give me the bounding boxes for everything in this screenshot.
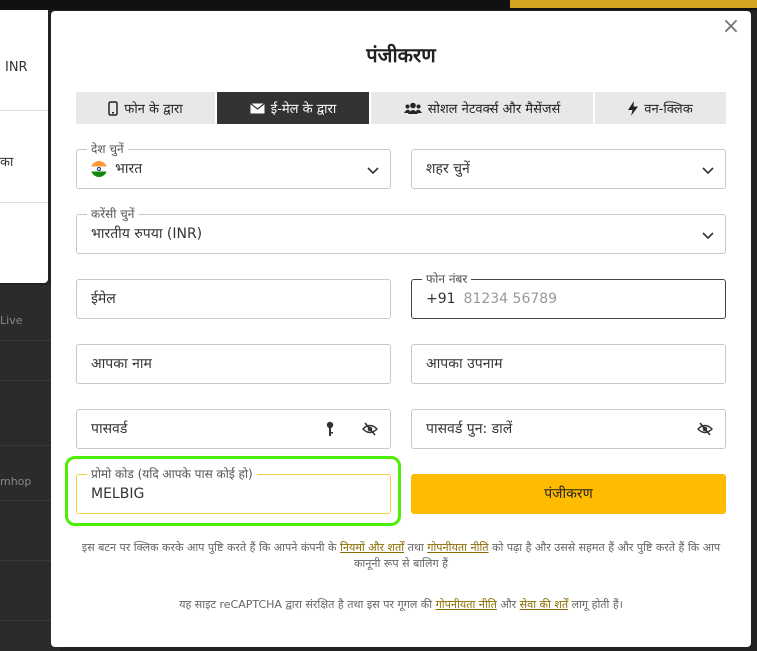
registration-tabs: फोन के द्वारा ई-मेल के द्वारा सोशल नेटवर… [76, 92, 726, 124]
modal-title: पंजीकरण [366, 43, 436, 67]
tab-social-networks[interactable]: सोशल नेटवर्क्स और मैसेंजर्स [371, 92, 595, 124]
country-select[interactable]: देश चुनें भारत [76, 142, 391, 189]
currency-select[interactable]: करेंसी चुनें भारतीय रुपया (INR) [76, 207, 726, 254]
tab-one-click[interactable]: वन-क्लिक [595, 92, 726, 124]
promo-value: MELBIG [91, 486, 145, 502]
background-divider [0, 110, 48, 111]
phone-input: +91 81234 56789 [426, 288, 557, 310]
phone-label: फोन नंबर [422, 272, 472, 286]
background-row-text: mhop [0, 475, 32, 488]
tab-label: फोन के द्वारा [124, 102, 183, 117]
registration-modal: × पंजीकरण फोन के द्वारा ई-मेल के द्वारा … [51, 11, 751, 647]
password-placeholder: पासवर्ड [91, 421, 128, 437]
first-name-placeholder: आपका नाम [91, 356, 152, 372]
tab-label: सोशल नेटवर्क्स और मैसेंजर्स [427, 102, 561, 117]
google-privacy-link[interactable]: गोपनीयता नीति [436, 598, 497, 611]
privacy-link[interactable]: गोपनीयता नीति [427, 541, 488, 554]
tab-label: वन-क्लिक [644, 102, 693, 117]
currency-value: भारतीय रुपया (INR) [91, 226, 203, 242]
last-name-placeholder: आपका उपनाम [426, 356, 503, 372]
first-name-field[interactable]: आपका नाम [76, 344, 391, 384]
users-icon [403, 102, 422, 114]
phone-placeholder: 81234 56789 [463, 291, 558, 307]
google-terms-link[interactable]: सेवा की शर्तें [520, 598, 568, 611]
password-field[interactable]: पासवर्ड [76, 409, 391, 449]
recaptcha-notice: यह साइट reCAPTCHA द्वारा संरक्षित है तथा… [179, 598, 623, 611]
lightning-icon [628, 100, 639, 116]
promo-label: प्रोमो कोड (यदि आपके पास कोई हो) [87, 467, 257, 481]
password-confirm-field[interactable]: पासवर्ड पुन: डालें [411, 409, 726, 449]
last-name-field[interactable]: आपका उपनाम [411, 344, 726, 384]
background-accent-strip [510, 0, 757, 8]
phone-icon [108, 100, 119, 116]
eye-slash-icon[interactable] [697, 422, 713, 436]
password-confirm-placeholder: पासवर्ड पुन: डालें [426, 421, 513, 437]
background-row-text: Live [0, 314, 23, 327]
terms-link[interactable]: नियमों और शर्तों [340, 541, 404, 554]
phone-prefix: +91 [426, 291, 456, 307]
register-button[interactable]: पंजीकरण [411, 474, 726, 514]
tab-by-phone[interactable]: फोन के द्वारा [76, 92, 217, 124]
close-icon[interactable]: × [719, 15, 743, 39]
legal-text: इस बटन पर क्लिक करके आप पुष्टि करते हैं … [81, 541, 721, 570]
background-divider [0, 202, 48, 203]
background-dropdown-panel: INR का [0, 10, 48, 283]
chevron-down-icon [702, 167, 714, 175]
key-icon[interactable] [325, 421, 335, 437]
city-placeholder: शहर चुनें [426, 161, 470, 177]
eye-slash-icon[interactable] [362, 422, 378, 436]
background-side-text: का [0, 155, 14, 170]
background-currency-label: INR [5, 60, 28, 75]
promo-code-field[interactable]: प्रोमो कोड (यदि आपके पास कोई हो) MELBIG [76, 467, 391, 514]
country-label: देश चुनें [87, 142, 128, 156]
country-value: भारत [91, 158, 142, 180]
chevron-down-icon [702, 232, 714, 240]
india-flag-icon [91, 161, 107, 177]
tab-by-email[interactable]: ई-मेल के द्वारा [217, 92, 371, 124]
chevron-down-icon [367, 167, 379, 175]
tab-label: ई-मेल के द्वारा [270, 102, 337, 117]
email-field[interactable]: ईमेल [76, 279, 391, 319]
city-select[interactable]: शहर चुनें [411, 149, 726, 189]
currency-label: करेंसी चुनें [87, 207, 139, 221]
phone-field[interactable]: फोन नंबर +91 81234 56789 [411, 272, 726, 319]
email-placeholder: ईमेल [91, 291, 116, 307]
envelope-icon [249, 102, 265, 113]
